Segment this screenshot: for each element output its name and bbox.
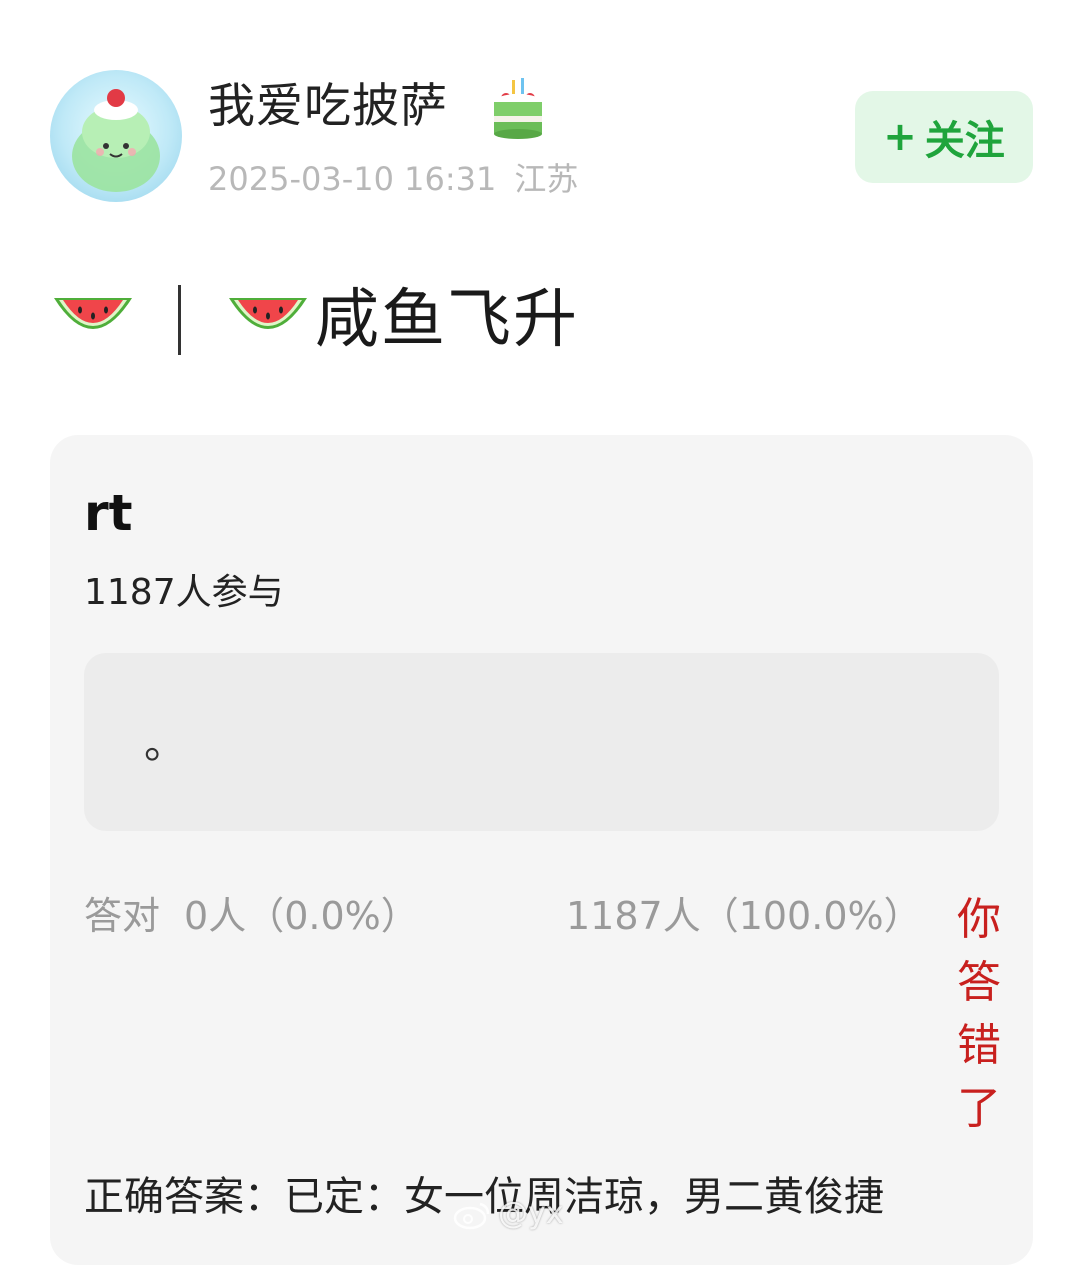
weibo-watermark: @yx​ [452, 1196, 564, 1231]
watermelon-icon [54, 298, 132, 329]
wrong-count: 1187人（100.0%） [566, 894, 922, 938]
correct-stat: 答对 0人（0.0%） [84, 891, 419, 941]
follow-button-label: 关注 [924, 118, 1005, 164]
username[interactable]: 我爱吃披萨 [208, 78, 448, 136]
correct-count: 0人（0.0%） [184, 894, 419, 938]
post-text-line: 咸鱼飞升 [50, 280, 579, 360]
watermelon-icon [229, 298, 307, 329]
correct-label: 答对 [84, 894, 161, 938]
quiz-title: rt [84, 484, 133, 542]
follow-button[interactable]: + 关注 [855, 91, 1033, 183]
weibo-logo-icon [453, 1202, 490, 1229]
vertical-divider [178, 285, 181, 355]
quiz-card: rt 1187人参与 。 答对 0人（0.0%） 1187人（100.0%） 你答… [50, 435, 1033, 1265]
plus-icon: + [883, 114, 917, 160]
post-timestamp: 2025-03-10 16:31 [208, 160, 497, 198]
avatar[interactable] [50, 70, 182, 202]
post-location: 江苏 [514, 160, 579, 198]
quiz-option[interactable]: 。 [84, 653, 999, 831]
post-body-text: 咸鱼飞升 [315, 283, 579, 357]
post-meta: 2025-03-10 16:31 江苏 [208, 157, 578, 201]
result-message: 你答错了 [957, 894, 1001, 1134]
birthday-cake-icon [488, 74, 548, 144]
quiz-option-text: 。 [144, 719, 187, 768]
jelly-character-avatar-image [72, 89, 160, 192]
quiz-participants: 1187人参与 [84, 572, 284, 613]
watermark-text: @yx​ [498, 1196, 564, 1231]
